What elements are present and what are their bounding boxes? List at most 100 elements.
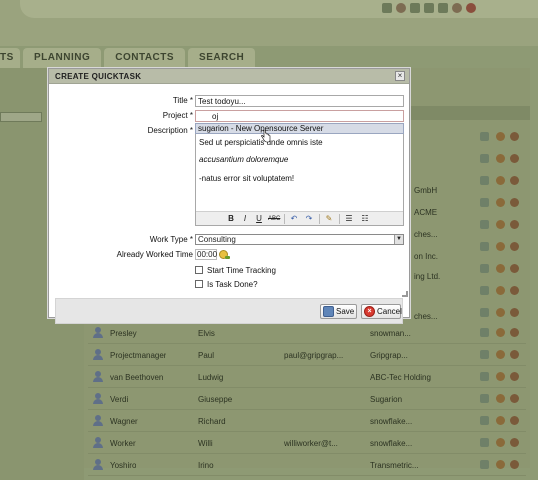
table-row[interactable]: van Beethoven Ludwig ABC-Tec Holding [88,366,526,388]
user-icon[interactable] [510,176,519,185]
user-icon[interactable] [510,394,519,403]
tab-planning[interactable]: PLANNING [23,48,102,68]
user-add-icon[interactable] [496,264,505,273]
clock-icon[interactable] [219,250,230,259]
strikethrough-button[interactable]: ABC [268,214,280,224]
user-icon[interactable] [510,286,519,295]
user-add-icon[interactable] [496,328,505,337]
user-add-icon[interactable] [496,132,505,141]
email[interactable]: paul@gripgrap... [284,351,366,360]
edit-icon[interactable] [480,264,489,273]
edit-icon[interactable] [480,198,489,207]
title-input[interactable]: Test todoyu... [195,95,404,107]
user-icon[interactable] [510,438,519,447]
tab-contacts[interactable]: CONTACTS [104,48,186,68]
user-icon[interactable] [510,328,519,337]
cancel-button[interactable]: × Cancel [361,304,402,319]
table-row[interactable]: Projectmanager Paul paul@gripgrap... Gri… [88,344,526,366]
user-icon[interactable] [510,132,519,141]
table-row[interactable]: Worker Willi williworker@t... snowflake.… [88,432,526,454]
user-icon[interactable] [510,350,519,359]
save-button[interactable]: Save [320,304,357,319]
company: snowflake... [370,417,413,426]
add-icon[interactable] [424,3,434,13]
user-add-icon[interactable] [496,394,505,403]
user-icon[interactable] [452,3,462,13]
undo-icon[interactable]: ↶ [289,214,299,224]
user-add-icon[interactable] [496,372,505,381]
person-icon [93,371,103,382]
tab-search[interactable]: SEARCH [188,48,256,68]
worked-time-input[interactable]: 00:00 [195,249,217,260]
underline-button[interactable]: U [254,214,264,224]
user-add-icon[interactable] [496,176,505,185]
user-add-icon[interactable] [496,220,505,229]
dialog-titlebar[interactable]: CREATE QUICKTASK × [49,69,409,84]
project-suggestion[interactable]: sugarion - New Opensource Server [195,123,404,134]
edit-icon[interactable] [480,220,489,229]
redo-icon[interactable]: ↷ [304,214,314,224]
edit-icon[interactable] [480,460,489,469]
logout-icon[interactable] [466,3,476,13]
user-icon[interactable] [510,372,519,381]
bullet-list-icon[interactable]: ☰ [344,214,354,224]
description-line: -natus error sit voluptatem! [199,174,295,183]
close-icon[interactable]: × [395,71,405,81]
user-add-icon[interactable] [496,154,505,163]
user-icon[interactable] [510,220,519,229]
chevron-down-icon[interactable]: ▼ [394,235,403,244]
user-add-icon[interactable] [496,438,505,447]
italic-button[interactable]: I [240,214,250,224]
table-row[interactable]: Presley Elvis snowman... [88,322,526,344]
edit-icon[interactable] [480,350,489,359]
user-icon[interactable] [510,264,519,273]
user-add-icon[interactable] [496,308,505,317]
table-row[interactable]: Yoshiro Irino Transmetric... [88,454,526,476]
user-add-icon[interactable] [496,350,505,359]
user-add-icon[interactable] [496,242,505,251]
task-done-checkbox[interactable] [195,280,203,288]
edit-icon[interactable] [480,242,489,251]
user-icon[interactable] [510,460,519,469]
tab-portal[interactable]: TS [0,48,20,68]
email[interactable]: williworker@t... [284,439,366,448]
search-icon[interactable] [382,3,392,13]
clear-format-icon[interactable]: ✎ [324,214,334,224]
user-icon[interactable] [510,154,519,163]
info-icon[interactable] [396,3,406,13]
worktype-select[interactable]: Consulting ▼ [195,234,404,245]
table-row[interactable]: Wagner Richard snowflake... [88,410,526,432]
company: Sugarion [370,395,403,404]
bold-button[interactable]: B [226,214,236,224]
user-icon[interactable] [510,242,519,251]
user-add-icon[interactable] [496,286,505,295]
calendar-icon[interactable] [410,3,420,13]
first-name: Giuseppe [198,395,233,404]
user-add-icon[interactable] [496,198,505,207]
description-editor[interactable]: Sed ut perspiciatis unde omnis iste accu… [195,124,404,226]
user-icon[interactable] [510,308,519,317]
numbered-list-icon[interactable]: ☷ [360,214,370,224]
resize-handle[interactable] [402,291,408,297]
left-search-input[interactable] [0,112,42,122]
edit-icon[interactable] [480,286,489,295]
edit-icon[interactable] [480,416,489,425]
edit-icon[interactable] [480,328,489,337]
edit-icon[interactable] [480,132,489,141]
user-icon[interactable] [510,198,519,207]
project-input[interactable]: oj [195,110,404,122]
edit-icon[interactable] [480,308,489,317]
table-row[interactable]: Verdi Giuseppe Sugarion [88,388,526,410]
edit-icon[interactable] [480,176,489,185]
user-add-icon[interactable] [496,416,505,425]
user-icon[interactable] [510,416,519,425]
edit-icon[interactable] [480,154,489,163]
tools-icon[interactable] [438,3,448,13]
edit-icon[interactable] [480,438,489,447]
edit-icon[interactable] [480,372,489,381]
dialog-footer: Save × Cancel [55,298,403,324]
edit-icon[interactable] [480,394,489,403]
start-tracking-checkbox[interactable] [195,266,203,274]
company: snowman... [370,329,411,338]
user-add-icon[interactable] [496,460,505,469]
